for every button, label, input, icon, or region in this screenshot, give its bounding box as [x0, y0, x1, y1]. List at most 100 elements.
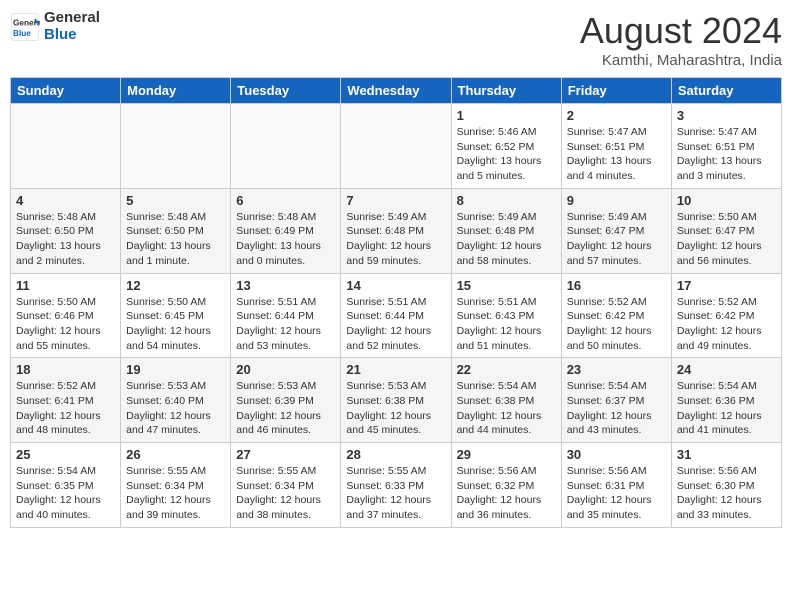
day-number: 31	[677, 447, 776, 462]
day-number: 22	[457, 362, 556, 377]
day-number: 15	[457, 278, 556, 293]
calendar-cell: 7Sunrise: 5:49 AMSunset: 6:48 PMDaylight…	[341, 188, 451, 273]
day-number: 3	[677, 108, 776, 123]
calendar-cell	[121, 104, 231, 189]
calendar-cell: 1 Sunrise: 5:46 AMSunset: 6:52 PMDaylight…	[451, 104, 561, 189]
day-info: Sunrise: 5:46 AMSunset: 6:52 PMDaylight:…	[457, 125, 556, 184]
calendar-cell: 8 Sunrise: 5:49 AMSunset: 6:48 PMDaylight…	[451, 188, 561, 273]
day-info: Sunrise: 5:56 AMSunset: 6:31 PMDaylight:…	[567, 464, 666, 523]
day-info: Sunrise: 5:52 AMSunset: 6:41 PMDaylight:…	[16, 379, 115, 438]
day-number: 30	[567, 447, 666, 462]
weekday-header-wednesday: Wednesday	[341, 78, 451, 104]
day-number: 23	[567, 362, 666, 377]
day-info: Sunrise: 5:50 AMSunset: 6:47 PMDaylight:…	[677, 210, 776, 269]
day-info: Sunrise: 5:47 AMSunset: 6:51 PMDaylight:…	[677, 125, 776, 184]
day-number: 14	[346, 278, 445, 293]
calendar-cell: 14 Sunrise: 5:51 AMSunset: 6:44 PMDayligh…	[341, 273, 451, 358]
day-number: 11	[16, 278, 115, 293]
weekday-header-sunday: Sunday	[11, 78, 121, 104]
calendar-cell: 23 Sunrise: 5:54 AMSunset: 6:37 PMDayligh…	[561, 358, 671, 443]
calendar-cell: 15Sunrise: 5:51 AMSunset: 6:43 PMDayligh…	[451, 273, 561, 358]
calendar-cell: 17 Sunrise: 5:52 AMSunset: 6:42 PMDayligh…	[671, 273, 781, 358]
calendar-cell: 29Sunrise: 5:56 AMSunset: 6:32 PMDayligh…	[451, 443, 561, 528]
day-number: 6	[236, 193, 335, 208]
weekday-header-friday: Friday	[561, 78, 671, 104]
calendar-cell: 31 Sunrise: 5:56 AMSunset: 6:30 PMDayligh…	[671, 443, 781, 528]
day-info: Sunrise: 5:54 AMSunset: 6:36 PMDaylight:…	[677, 379, 776, 438]
day-number: 12	[126, 278, 225, 293]
day-info: Sunrise: 5:54 AMSunset: 6:37 PMDaylight:…	[567, 379, 666, 438]
day-info: Sunrise: 5:51 AMSunset: 6:44 PMDaylight:…	[346, 295, 445, 354]
day-number: 5	[126, 193, 225, 208]
day-info: Sunrise: 5:49 AMSunset: 6:48 PMDaylight:…	[457, 210, 556, 269]
calendar-cell: 12 Sunrise: 5:50 AMSunset: 6:45 PMDayligh…	[121, 273, 231, 358]
day-info: Sunrise: 5:54 AMSunset: 6:38 PMDaylight:…	[457, 379, 556, 438]
page-header: General Blue General Blue August 2024 Ka…	[10, 10, 782, 69]
day-number: 8	[457, 193, 556, 208]
day-number: 10	[677, 193, 776, 208]
day-info: Sunrise: 5:51 AMSunset: 6:44 PMDaylight:…	[236, 295, 335, 354]
day-info: Sunrise: 5:47 AMSunset: 6:51 PMDaylight:…	[567, 125, 666, 184]
calendar-cell	[341, 104, 451, 189]
day-info: Sunrise: 5:48 AMSunset: 6:50 PMDaylight:…	[16, 210, 115, 269]
day-number: 2	[567, 108, 666, 123]
calendar-cell: 5 Sunrise: 5:48 AMSunset: 6:50 PMDaylight…	[121, 188, 231, 273]
logo-icon: General Blue	[10, 12, 40, 42]
calendar-week-row: 11Sunrise: 5:50 AMSunset: 6:46 PMDayligh…	[11, 273, 782, 358]
logo-text-block: General Blue	[44, 10, 100, 43]
day-number: 16	[567, 278, 666, 293]
day-number: 26	[126, 447, 225, 462]
day-info: Sunrise: 5:48 AMSunset: 6:50 PMDaylight:…	[126, 210, 225, 269]
day-number: 20	[236, 362, 335, 377]
day-number: 28	[346, 447, 445, 462]
weekday-header-thursday: Thursday	[451, 78, 561, 104]
weekday-header-monday: Monday	[121, 78, 231, 104]
day-number: 21	[346, 362, 445, 377]
calendar-cell: 2 Sunrise: 5:47 AMSunset: 6:51 PMDaylight…	[561, 104, 671, 189]
calendar-cell: 20 Sunrise: 5:53 AMSunset: 6:39 PMDayligh…	[231, 358, 341, 443]
weekday-header-tuesday: Tuesday	[231, 78, 341, 104]
day-number: 17	[677, 278, 776, 293]
calendar-cell: 18 Sunrise: 5:52 AMSunset: 6:41 PMDayligh…	[11, 358, 121, 443]
calendar-cell: 3 Sunrise: 5:47 AMSunset: 6:51 PMDaylight…	[671, 104, 781, 189]
calendar-cell	[231, 104, 341, 189]
calendar-cell: 6 Sunrise: 5:48 AMSunset: 6:49 PMDaylight…	[231, 188, 341, 273]
calendar-cell: 26 Sunrise: 5:55 AMSunset: 6:34 PMDayligh…	[121, 443, 231, 528]
calendar-cell: 16Sunrise: 5:52 AMSunset: 6:42 PMDayligh…	[561, 273, 671, 358]
calendar-cell: 4Sunrise: 5:48 AMSunset: 6:50 PMDaylight…	[11, 188, 121, 273]
day-number: 27	[236, 447, 335, 462]
calendar-cell: 13 Sunrise: 5:51 AMSunset: 6:44 PMDayligh…	[231, 273, 341, 358]
day-number: 18	[16, 362, 115, 377]
day-info: Sunrise: 5:50 AMSunset: 6:45 PMDaylight:…	[126, 295, 225, 354]
day-info: Sunrise: 5:56 AMSunset: 6:30 PMDaylight:…	[677, 464, 776, 523]
calendar-cell: 21 Sunrise: 5:53 AMSunset: 6:38 PMDayligh…	[341, 358, 451, 443]
day-info: Sunrise: 5:55 AMSunset: 6:33 PMDaylight:…	[346, 464, 445, 523]
location: Kamthi, Maharashtra, India	[580, 52, 782, 69]
day-info: Sunrise: 5:53 AMSunset: 6:39 PMDaylight:…	[236, 379, 335, 438]
day-info: Sunrise: 5:53 AMSunset: 6:38 PMDaylight:…	[346, 379, 445, 438]
day-info: Sunrise: 5:48 AMSunset: 6:49 PMDaylight:…	[236, 210, 335, 269]
calendar-week-row: 1 Sunrise: 5:46 AMSunset: 6:52 PMDaylight…	[11, 104, 782, 189]
day-number: 1	[457, 108, 556, 123]
calendar-cell: 24 Sunrise: 5:54 AMSunset: 6:36 PMDayligh…	[671, 358, 781, 443]
day-number: 24	[677, 362, 776, 377]
month-title: August 2024	[580, 10, 782, 52]
title-block: August 2024 Kamthi, Maharashtra, India	[580, 10, 782, 69]
day-number: 29	[457, 447, 556, 462]
calendar-cell: 28 Sunrise: 5:55 AMSunset: 6:33 PMDayligh…	[341, 443, 451, 528]
day-info: Sunrise: 5:55 AMSunset: 6:34 PMDaylight:…	[126, 464, 225, 523]
weekday-header-row: SundayMondayTuesdayWednesdayThursdayFrid…	[11, 78, 782, 104]
calendar-cell: 25Sunrise: 5:54 AMSunset: 6:35 PMDayligh…	[11, 443, 121, 528]
day-info: Sunrise: 5:55 AMSunset: 6:34 PMDaylight:…	[236, 464, 335, 523]
calendar-cell	[11, 104, 121, 189]
day-info: Sunrise: 5:52 AMSunset: 6:42 PMDaylight:…	[677, 295, 776, 354]
logo-blue: Blue	[44, 27, 100, 44]
calendar-cell: 22 Sunrise: 5:54 AMSunset: 6:38 PMDayligh…	[451, 358, 561, 443]
calendar-cell: 27 Sunrise: 5:55 AMSunset: 6:34 PMDayligh…	[231, 443, 341, 528]
calendar-cell: 9Sunrise: 5:49 AMSunset: 6:47 PMDaylight…	[561, 188, 671, 273]
day-number: 25	[16, 447, 115, 462]
day-number: 7	[346, 193, 445, 208]
day-number: 13	[236, 278, 335, 293]
day-info: Sunrise: 5:53 AMSunset: 6:40 PMDaylight:…	[126, 379, 225, 438]
calendar-cell: 10 Sunrise: 5:50 AMSunset: 6:47 PMDayligh…	[671, 188, 781, 273]
